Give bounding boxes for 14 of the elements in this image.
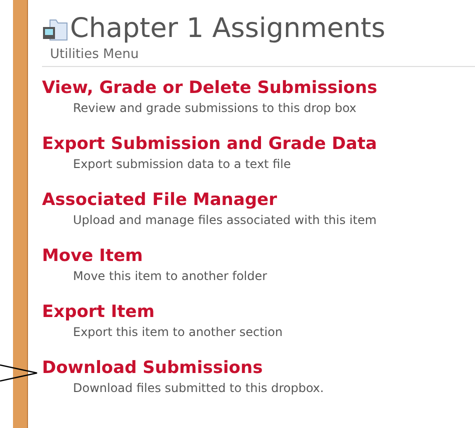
menu-link[interactable]: Download Submissions <box>42 357 263 379</box>
menu-description: Upload and manage files associated with this item <box>72 212 377 229</box>
menu-description: Export this item to another section <box>72 324 283 341</box>
menu-link[interactable]: Export Submission and Grade Data <box>42 133 377 155</box>
menu-description: Export submission data to a text file <box>72 156 291 173</box>
menu-description: Download files submitted to this dropbox. <box>72 380 324 397</box>
menu-description: Move this item to another folder <box>72 268 268 285</box>
menu-link[interactable]: Move Item <box>42 245 143 267</box>
menu-link[interactable]: Associated File Manager <box>42 189 277 211</box>
menu-link[interactable]: Export Item <box>42 301 155 323</box>
menu-description: Review and grade submissions to this drop box <box>72 100 356 117</box>
menu-link[interactable]: View, Grade or Delete Submissions <box>42 77 378 99</box>
page-title: Chapter 1 Assignments <box>70 12 386 46</box>
menu-subtitle: Utilities Menu <box>49 46 140 64</box>
